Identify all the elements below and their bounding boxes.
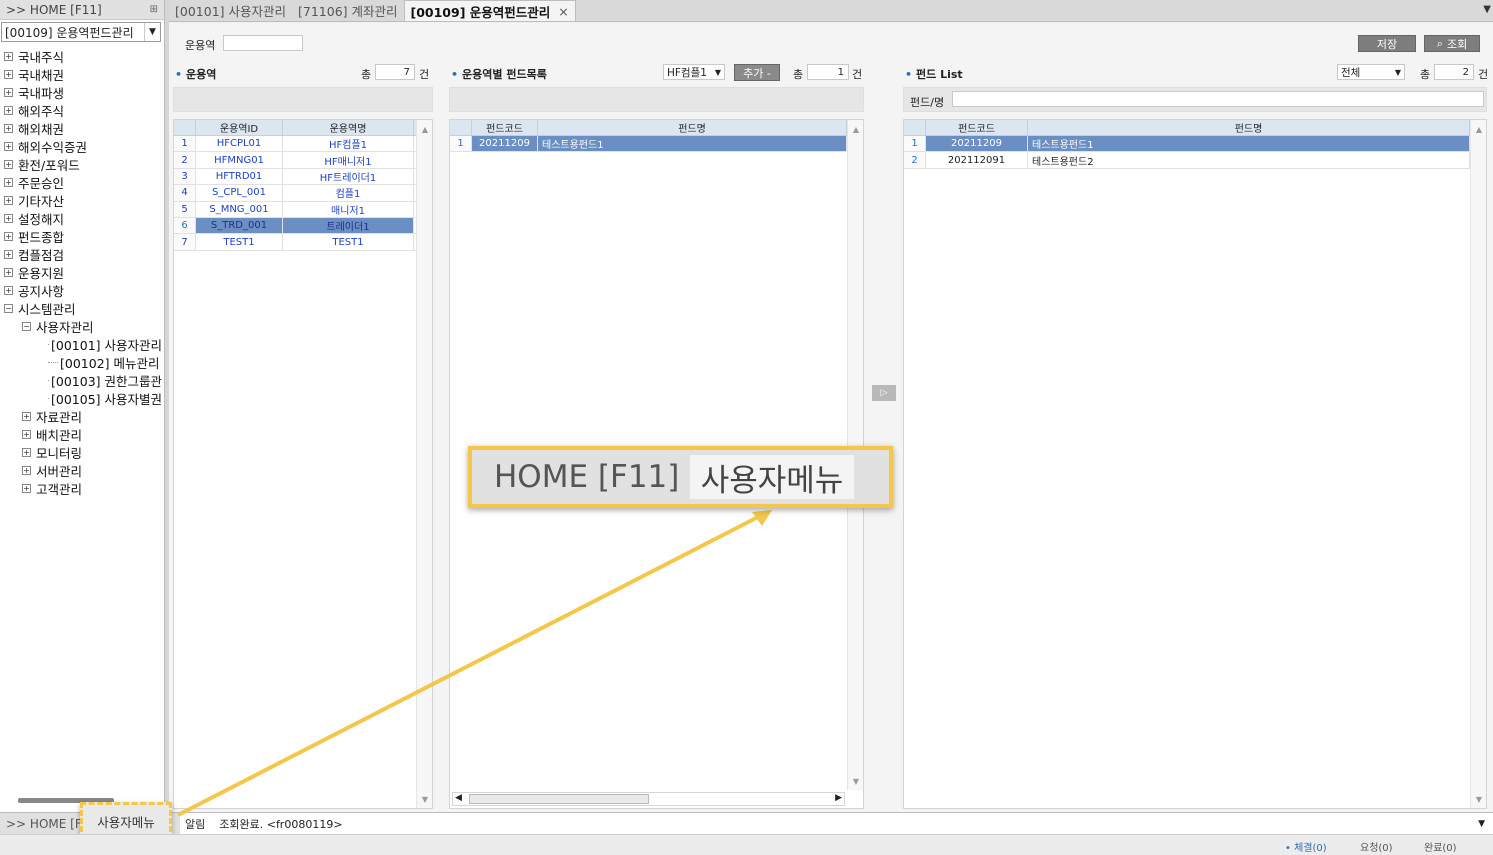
callout-arrow [177, 510, 772, 817]
zoom-callout: HOME [F11] 사용자메뉴 [468, 446, 893, 508]
callout-home-label: HOME [F11] [494, 459, 680, 495]
callout-user-menu: 사용자메뉴 [690, 455, 854, 499]
